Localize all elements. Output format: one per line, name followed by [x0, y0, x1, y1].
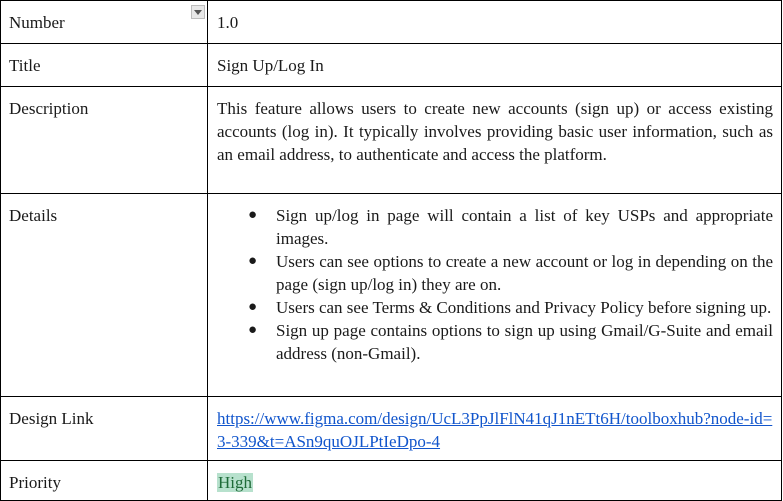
design-link-label: Design Link: [9, 409, 94, 428]
label-cell-title: Title: [0, 43, 208, 87]
table-row-number: Number 1.0: [0, 0, 782, 44]
design-link[interactable]: https://www.figma.com/design/UcL3PpJlFlN…: [217, 409, 772, 451]
title-label: Title: [9, 56, 41, 75]
value-cell-design-link: https://www.figma.com/design/UcL3PpJlFlN…: [207, 396, 782, 461]
table-row-title: Title Sign Up/Log In: [0, 43, 782, 87]
table-row-details: Details ● Sign up/log in page will contai…: [0, 193, 782, 397]
value-cell-number[interactable]: 1.0: [207, 0, 782, 44]
label-cell-details: Details: [0, 193, 208, 397]
title-value: Sign Up/Log In: [217, 56, 324, 75]
spec-table: Number 1.0 Title Sign Up/Log In Descript…: [0, 0, 782, 501]
label-cell-description: Description: [0, 86, 208, 194]
details-item-text: Sign up page contains options to sign up…: [276, 321, 773, 363]
description-value: This feature allows users to create new …: [217, 99, 773, 164]
details-list: ● Sign up/log in page will contain a list…: [217, 204, 773, 365]
value-cell-description[interactable]: This feature allows users to create new …: [207, 86, 782, 194]
value-cell-priority[interactable]: High: [207, 460, 782, 501]
number-label: Number: [9, 13, 65, 32]
number-value: 1.0: [217, 13, 239, 32]
label-cell-number: Number: [0, 0, 208, 44]
table-row-priority: Priority High: [0, 460, 782, 501]
details-item-text: Sign up/log in page will contain a list …: [276, 206, 773, 248]
details-list-item: ● Sign up/log in page will contain a list…: [248, 204, 773, 250]
bullet-icon: ●: [248, 299, 258, 315]
priority-badge: High: [217, 473, 253, 492]
details-item-text: Users can see options to create a new ac…: [276, 252, 773, 294]
details-item-text: Users can see Terms & Conditions and Pri…: [276, 298, 772, 317]
details-label: Details: [9, 206, 58, 225]
details-list-item: ● Users can see Terms & Conditions and Pr…: [248, 296, 773, 319]
description-label: Description: [9, 99, 89, 118]
table-row-design-link: Design Link https://www.figma.com/design…: [0, 396, 782, 461]
details-list-item: ● Users can see options to create a new a…: [248, 250, 773, 296]
bullet-icon: ●: [248, 253, 258, 269]
label-cell-priority: Priority: [0, 460, 208, 501]
priority-label: Priority: [9, 473, 61, 492]
dropdown-arrow-icon[interactable]: [191, 5, 205, 19]
details-list-item: ● Sign up page contains options to sign u…: [248, 319, 773, 365]
label-cell-design-link: Design Link: [0, 396, 208, 461]
value-cell-details[interactable]: ● Sign up/log in page will contain a list…: [207, 193, 782, 397]
bullet-icon: ●: [248, 322, 258, 338]
value-cell-title[interactable]: Sign Up/Log In: [207, 43, 782, 87]
bullet-icon: ●: [248, 207, 258, 223]
table-row-description: Description This feature allows users to…: [0, 86, 782, 194]
